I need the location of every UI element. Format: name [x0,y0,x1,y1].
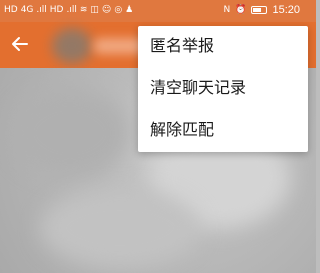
status-time: 15:20 [272,4,300,16]
status-icons-left: HD 4G .ıll HD .ıll ≋ ◫ ☺ ◎ ♟ [4,4,133,16]
blurred-shape [10,88,130,178]
chat-icon: ☺ [101,5,112,15]
signal-icon-2: .ıll [66,5,77,15]
menu-item-clear-chat-history[interactable]: 清空聊天记录 [150,74,300,102]
avatar[interactable] [52,28,92,64]
back-arrow-icon [12,37,28,51]
menu-item-unmatch[interactable]: 解除匹配 [150,116,300,144]
status-icons-right: N ⏰ 15:20 [224,4,300,16]
blurred-shape [40,188,200,268]
circle-icon: ◎ [114,5,123,15]
penguin-icon: ♟ [125,5,134,15]
nfc-icon: N [223,5,231,15]
signal-icon: .ıll [36,5,47,15]
back-button[interactable] [8,32,32,56]
alarm-icon: ⏰ [235,5,247,15]
network-icon: 4G [20,5,34,15]
app-icon: ◫ [90,5,99,15]
hd-icon-2: HD [49,5,64,15]
hd-icon: HD [4,5,18,15]
status-bar: HD 4G .ıll HD .ıll ≋ ◫ ☺ ◎ ♟ N ⏰ 15:20 [0,0,316,22]
battery-icon [251,6,268,14]
wifi-icon: ≋ [79,5,88,15]
overflow-menu: 匿名举报 清空聊天记录 解除匹配 [138,26,308,152]
menu-item-anonymous-report[interactable]: 匿名举报 [150,32,300,60]
